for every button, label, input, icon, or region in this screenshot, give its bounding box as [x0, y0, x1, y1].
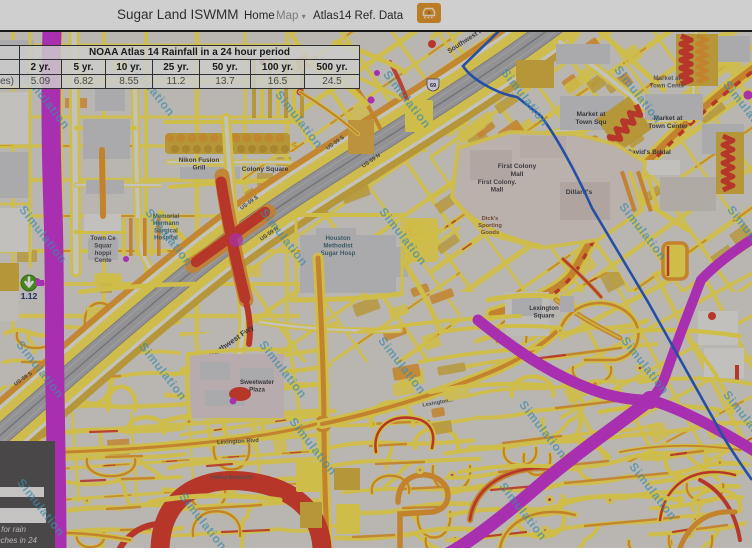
svg-text:Town Squ: Town Squ — [575, 119, 606, 126]
svg-text:Methodist: Methodist — [323, 242, 352, 249]
svg-text:Cente: Cente — [94, 257, 112, 264]
svg-text:First Colony.: First Colony. — [478, 179, 517, 186]
svg-text:Town Cente: Town Cente — [650, 82, 685, 89]
svg-text:Pallina Brooks Dr: Pallina Brooks Dr — [211, 475, 253, 481]
svg-text:First Colony: First Colony — [498, 163, 537, 170]
svg-text:Sweetwater: Sweetwater — [240, 379, 275, 386]
svg-text:1.12: 1.12 — [21, 291, 38, 301]
svg-text:Market at: Market at — [577, 111, 607, 118]
svg-text:Plaza: Plaza — [249, 386, 265, 393]
svg-text:depth in inches in 24: depth in inches in 24 — [0, 536, 38, 545]
svg-text:hoppi: hoppi — [95, 250, 112, 257]
svg-text:Lexington: Lexington — [529, 305, 559, 312]
svg-text:Values used for rain: Values used for rain — [0, 525, 27, 534]
svg-text:Sporting: Sporting — [478, 223, 502, 229]
svg-text:Goods: Goods — [481, 230, 499, 236]
svg-text:Mall: Mall — [511, 171, 524, 178]
svg-text:Dick's: Dick's — [482, 216, 499, 222]
svg-text:Market at: Market at — [653, 75, 680, 82]
svg-text:Square: Square — [534, 312, 556, 319]
svg-text:69: 69 — [430, 83, 436, 89]
svg-text:Grill: Grill — [193, 165, 206, 172]
svg-text:Colony Square: Colony Square — [242, 166, 289, 173]
svg-text:Mall: Mall — [491, 187, 504, 194]
svg-text:Sugar Hosp: Sugar Hosp — [321, 250, 356, 257]
svg-text:Town Ce: Town Ce — [90, 235, 116, 242]
svg-text:Houston: Houston — [325, 235, 350, 242]
svg-text:Nikon Fusion: Nikon Fusion — [179, 157, 220, 164]
svg-text:Dillard's: Dillard's — [566, 189, 593, 196]
svg-text:Squar: Squar — [94, 242, 112, 249]
